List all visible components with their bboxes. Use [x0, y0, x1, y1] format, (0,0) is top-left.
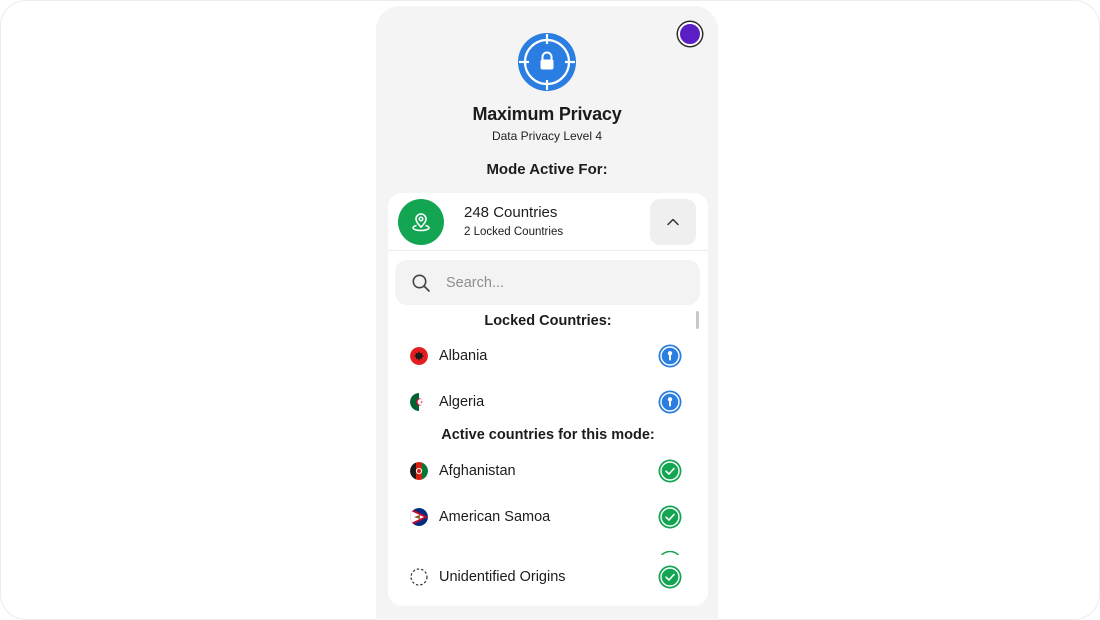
page-title: Maximum Privacy [472, 104, 622, 124]
country-row-afghanistan[interactable]: Afghanistan [388, 453, 708, 489]
countries-card: 248 Countries 2 Locked Countries Locked … [388, 193, 708, 606]
collapse-button[interactable] [650, 199, 696, 245]
chevron-up-icon [667, 218, 679, 226]
country-row-algeria[interactable]: Algeria [388, 384, 708, 420]
country-row-albania[interactable]: Albania [388, 338, 708, 374]
location-pin-icon [398, 199, 444, 245]
search-input[interactable] [446, 274, 676, 291]
country-name: Algeria [439, 394, 485, 410]
countries-count: 248 Countries [464, 204, 558, 221]
lock-keyhole-icon [658, 390, 682, 414]
algeria-flag [410, 393, 428, 411]
country-name: Albania [439, 348, 488, 364]
dashed-circle-icon [410, 568, 428, 586]
countries-summary-header: 248 Countries 2 Locked Countries [388, 193, 708, 251]
country-row-unidentified-origins[interactable]: Unidentified Origins [388, 559, 708, 595]
search-box [395, 260, 700, 305]
afghanistan-flag [410, 462, 428, 480]
mode-active-label: Mode Active For: [486, 161, 608, 178]
active-countries-heading: Active countries for this mode: [441, 427, 655, 443]
check-circle-icon [658, 565, 682, 589]
lock-keyhole-icon [658, 344, 682, 368]
locked-countries-count: 2 Locked Countries [464, 226, 564, 238]
locked-countries-heading: Locked Countries: [484, 313, 612, 329]
avatar[interactable] [678, 22, 702, 46]
lock-target-icon [517, 32, 577, 92]
country-name: Unidentified Origins [439, 569, 566, 585]
check-circle-icon [658, 505, 682, 529]
albania-flag [410, 347, 428, 365]
country-name: Afghanistan [439, 463, 516, 479]
check-circle-icon [658, 459, 682, 483]
privacy-level-subtitle: Data Privacy Level 4 [491, 129, 603, 143]
country-row-american-samoa[interactable]: American Samoa [388, 499, 708, 535]
search-icon [412, 274, 430, 292]
american-samoa-flag [410, 508, 428, 526]
check-circle-icon [658, 551, 682, 555]
country-name: American Samoa [439, 509, 551, 525]
